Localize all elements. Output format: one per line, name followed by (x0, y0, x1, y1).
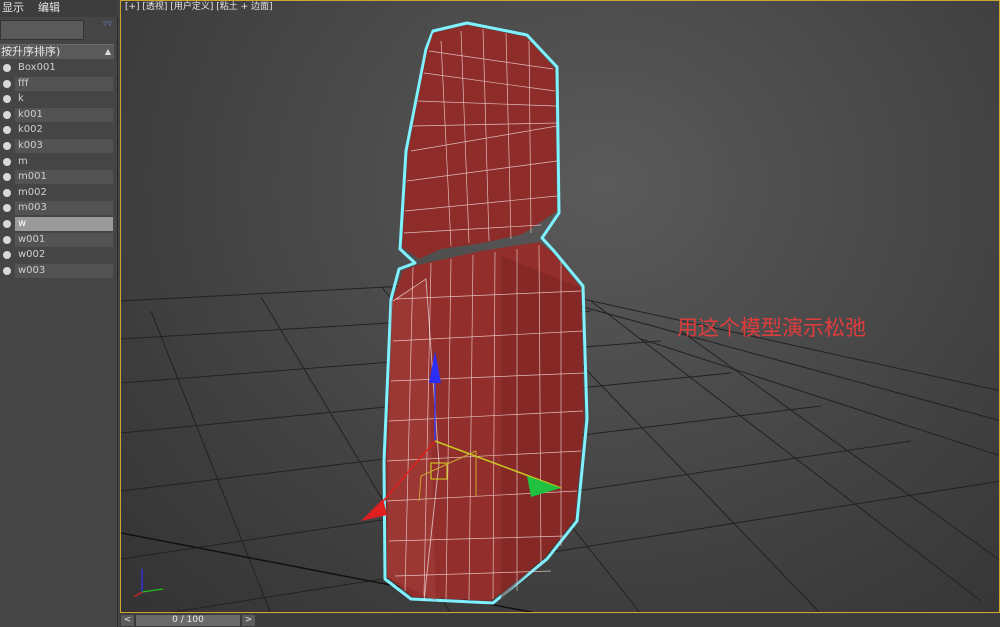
visibility-icon[interactable] (3, 79, 11, 88)
list-item[interactable]: m002 (0, 186, 114, 202)
menu-edit[interactable]: 编辑 (38, 1, 60, 15)
visibility-icon[interactable] (3, 95, 11, 104)
visibility-icon[interactable] (3, 188, 11, 197)
visibility-icon[interactable] (3, 141, 11, 150)
visibility-icon[interactable] (3, 219, 11, 228)
list-item[interactable]: m003 (0, 201, 114, 217)
list-item[interactable]: Box001 (0, 61, 114, 77)
object-name: w (15, 216, 113, 231)
visibility-icon[interactable] (3, 235, 11, 244)
time-slider-thumb[interactable]: 0 / 100 (136, 615, 240, 626)
annotation-text: 用这个模型演示松弛 (677, 316, 866, 340)
app-window: 显示 编辑 ▿▿ 按升序排序) ▲ Box001 fff k k001 k002… (0, 0, 1000, 627)
object-name: m (18, 155, 28, 167)
search-input[interactable] (0, 20, 84, 40)
visibility-icon[interactable] (3, 110, 11, 119)
object-name: fff (15, 76, 113, 91)
menu-display[interactable]: 显示 (2, 1, 24, 15)
list-item[interactable]: m001 (0, 170, 114, 186)
list-item-selected[interactable]: w (0, 216, 114, 233)
list-item[interactable]: k001 (0, 107, 114, 124)
scene-explorer: 显示 编辑 ▿▿ 按升序排序) ▲ Box001 fff k k001 k002… (0, 0, 118, 627)
object-name: Box001 (18, 62, 56, 73)
visibility-icon[interactable] (3, 173, 11, 182)
visibility-icon[interactable] (3, 251, 11, 260)
viewport-label[interactable]: [+] [透视] [用户定义] [粘土 + 边面] (125, 1, 272, 14)
time-prev-button[interactable]: < (121, 615, 134, 626)
object-list: Box001 fff k k001 k002 k003 m m001 m002 … (0, 61, 114, 279)
sort-header[interactable]: 按升序排序) ▲ (0, 44, 114, 59)
object-name: m003 (15, 201, 113, 216)
time-next-button[interactable]: > (242, 615, 255, 626)
object-name: k002 (18, 124, 43, 136)
object-name: k (18, 93, 24, 105)
list-item[interactable]: m (0, 155, 114, 171)
explorer-menu-bar: 显示 编辑 (0, 0, 118, 17)
list-item[interactable]: k003 (0, 138, 114, 155)
time-slider[interactable]: < 0 / 100 > (120, 614, 1000, 627)
list-item[interactable]: k002 (0, 123, 114, 139)
list-item[interactable]: w002 (0, 248, 114, 264)
visibility-icon[interactable] (3, 126, 11, 135)
perspective-viewport[interactable]: [+] [透视] [用户定义] [粘土 + 边面] 用这个模型演示松弛 (120, 0, 1000, 613)
sort-label: 按升序排序) (1, 45, 61, 58)
funnel-icon[interactable]: ▿▿ (103, 19, 112, 29)
object-name: m001 (15, 170, 113, 185)
list-item[interactable]: w001 (0, 232, 114, 249)
list-item[interactable]: w003 (0, 263, 114, 280)
object-name: w001 (15, 232, 113, 247)
rock-model[interactable] (382, 21, 589, 605)
object-name: w003 (15, 263, 113, 278)
visibility-icon[interactable] (3, 204, 11, 213)
object-name: k003 (15, 138, 113, 153)
viewport-canvas[interactable] (121, 1, 1000, 613)
visibility-icon[interactable] (3, 157, 11, 166)
visibility-icon[interactable] (3, 266, 11, 275)
list-item[interactable]: fff (0, 76, 114, 93)
object-name: m002 (18, 186, 47, 198)
view-axis-tripod (133, 569, 164, 598)
object-name: w002 (18, 249, 46, 261)
sort-arrow-icon[interactable]: ▲ (105, 45, 111, 59)
list-item[interactable]: k (0, 92, 114, 108)
visibility-icon[interactable] (3, 64, 11, 72)
object-name: k001 (15, 107, 113, 122)
